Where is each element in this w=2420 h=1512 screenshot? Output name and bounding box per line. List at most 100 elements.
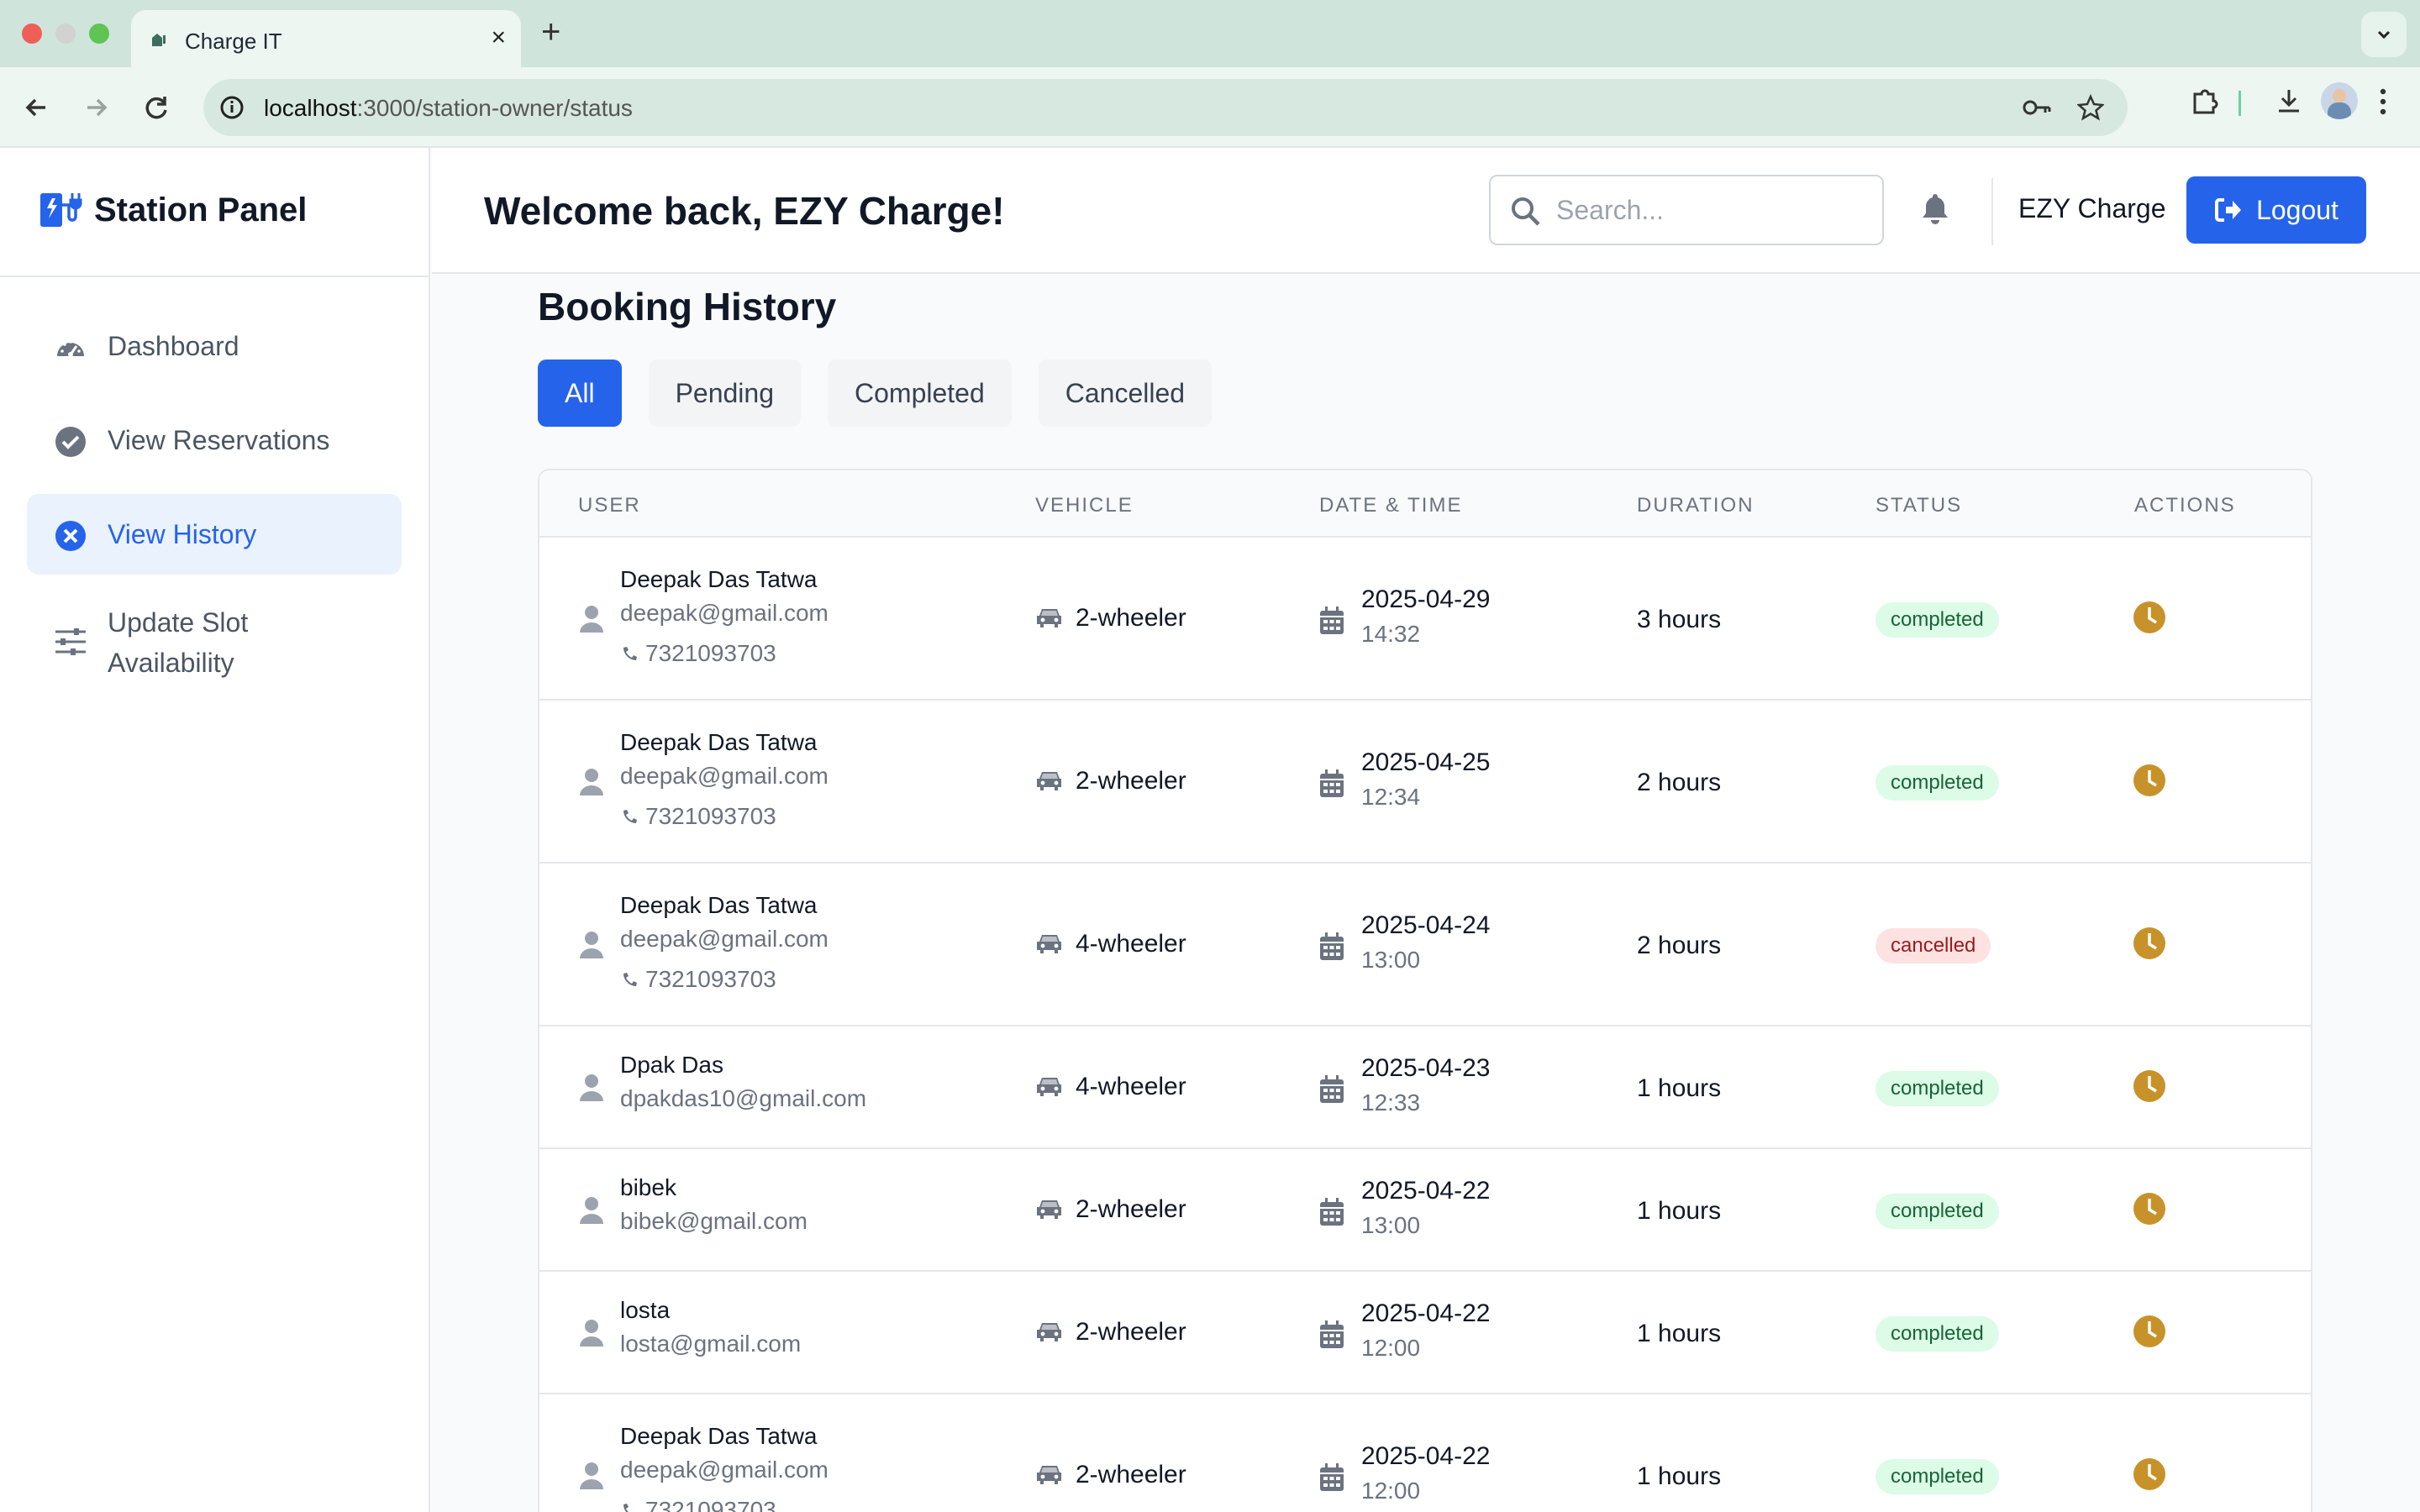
back-arrow-icon[interactable] bbox=[18, 89, 55, 126]
vehicle-type: 4-wheeler bbox=[1076, 1073, 1186, 1100]
sidebar-item-label: Update Slot Availability bbox=[108, 607, 249, 678]
sidebar-nav: Dashboard View Reservations View History… bbox=[0, 277, 429, 739]
table-row: Deepak Das Tatwa deepak@gmail.com 73210937… bbox=[539, 538, 2311, 701]
filter-cancelled[interactable]: Cancelled bbox=[1038, 360, 1213, 427]
sidebar-item-dashboard[interactable]: Dashboard bbox=[27, 306, 402, 386]
user-email: losta@gmail.com bbox=[620, 1331, 802, 1357]
column-header-vehicle: VEHICLE bbox=[1035, 494, 1134, 517]
vehicle-type: 2-wheeler bbox=[1076, 1318, 1186, 1346]
password-key-icon[interactable] bbox=[2022, 94, 2052, 121]
phone-icon bbox=[620, 806, 640, 832]
clock-action-icon[interactable] bbox=[2133, 1192, 2166, 1230]
clock-action-icon[interactable] bbox=[2133, 927, 2166, 964]
topbar-divider bbox=[1991, 178, 1993, 245]
clock-action-icon[interactable] bbox=[2133, 1069, 2166, 1107]
table-row: losta losta@gmail.com 2-wheeler 2025-04-22 1… bbox=[539, 1272, 2311, 1394]
more-menu-icon[interactable] bbox=[2378, 87, 2388, 116]
brand: Station Panel bbox=[0, 148, 429, 277]
page-title: Booking History bbox=[538, 285, 837, 328]
clock-action-icon[interactable] bbox=[2133, 764, 2166, 801]
phone-icon bbox=[620, 969, 640, 995]
calendar-icon bbox=[1319, 1463, 1344, 1496]
status-badge: completed bbox=[1876, 1316, 1999, 1352]
booking-date: 2025-04-22 bbox=[1361, 1177, 1491, 1205]
car-icon bbox=[1035, 769, 1064, 796]
user-name: losta bbox=[620, 1297, 671, 1323]
sidebar-item-reservations[interactable]: View Reservations bbox=[27, 400, 402, 480]
browser-tab-bar: Charge IT × + bbox=[0, 0, 2420, 67]
status-badge: completed bbox=[1876, 1194, 1999, 1229]
new-tab-button[interactable]: + bbox=[541, 13, 560, 50]
search-icon bbox=[1512, 197, 1540, 226]
booking-time: 13:00 bbox=[1361, 1212, 1421, 1238]
chevron-down-icon bbox=[2377, 30, 2391, 39]
forward-arrow-icon[interactable] bbox=[77, 89, 114, 126]
user-email: dpakdas10@gmail.com bbox=[620, 1085, 867, 1111]
column-header-actions: ACTIONS bbox=[2134, 494, 2236, 517]
logout-button[interactable]: Logout bbox=[2186, 176, 2366, 244]
profile-avatar[interactable] bbox=[2321, 82, 2358, 119]
clock-action-icon[interactable] bbox=[2133, 1315, 2166, 1352]
filter-completed[interactable]: Completed bbox=[828, 360, 1012, 427]
booking-time: 12:00 bbox=[1361, 1335, 1421, 1361]
car-icon bbox=[1035, 606, 1064, 633]
user-icon bbox=[578, 1318, 605, 1352]
search-input[interactable] bbox=[1556, 192, 1867, 228]
user-name: Deepak Das Tatwa bbox=[620, 729, 818, 755]
filter-pending[interactable]: Pending bbox=[648, 360, 801, 427]
sidebar-item-update-slot[interactable]: Update Slot Availability bbox=[27, 588, 402, 697]
phone-number: 7321093703 bbox=[645, 803, 776, 829]
booking-date: 2025-04-29 bbox=[1361, 585, 1491, 613]
calendar-icon bbox=[1319, 1198, 1344, 1231]
top-bar: Welcome back, EZY Charge! EZY Charge Log… bbox=[432, 148, 2420, 274]
sidebar-item-history[interactable]: View History bbox=[27, 494, 402, 575]
favicon-icon bbox=[152, 34, 166, 46]
booking-date: 2025-04-22 bbox=[1361, 1299, 1491, 1327]
url-text: localhost:3000/station-owner/status bbox=[264, 95, 633, 122]
booking-duration: 1 hours bbox=[1637, 1197, 1722, 1225]
calendar-icon bbox=[1319, 1320, 1344, 1353]
sidebar-item-label: View Reservations bbox=[108, 424, 330, 455]
table-body: Deepak Das Tatwa deepak@gmail.com 73210937… bbox=[539, 538, 2311, 1512]
logout-label: Logout bbox=[2256, 194, 2338, 225]
window-maximize-button[interactable] bbox=[89, 24, 109, 44]
user-icon bbox=[578, 1195, 605, 1230]
tab-search-button[interactable] bbox=[2361, 12, 2407, 57]
address-bar-row: localhost:3000/station-owner/status bbox=[0, 67, 2420, 148]
url-host: localhost bbox=[264, 95, 357, 121]
booking-date: 2025-04-22 bbox=[1361, 1442, 1491, 1470]
bookmark-star-icon[interactable] bbox=[2077, 94, 2104, 121]
calendar-icon bbox=[1319, 769, 1344, 802]
column-header-duration: DURATION bbox=[1637, 494, 1754, 517]
column-header-status: STATUS bbox=[1876, 494, 1963, 517]
tab-title: Charge IT bbox=[185, 29, 282, 54]
column-header-date-time: DATE & TIME bbox=[1319, 494, 1463, 517]
clock-action-icon[interactable] bbox=[2133, 601, 2166, 638]
check-circle-icon bbox=[55, 427, 86, 457]
table-row: Deepak Das Tatwa deepak@gmail.com 73210937… bbox=[539, 864, 2311, 1026]
user-email: deepak@gmail.com bbox=[620, 1457, 829, 1483]
reload-icon[interactable] bbox=[138, 89, 175, 126]
booking-time: 12:34 bbox=[1361, 784, 1421, 810]
user-name: Deepak Das Tatwa bbox=[620, 566, 818, 592]
vehicle-type: 2-wheeler bbox=[1076, 1461, 1186, 1488]
user-name: Dpak Das bbox=[620, 1052, 723, 1078]
clock-action-icon[interactable] bbox=[2133, 1457, 2166, 1495]
sidebar-item-label: View History bbox=[108, 518, 257, 549]
url-bar[interactable]: localhost:3000/station-owner/status bbox=[203, 79, 2128, 136]
phone-number: 7321093703 bbox=[645, 640, 776, 666]
window-minimize-button[interactable] bbox=[55, 24, 76, 44]
site-info-icon[interactable] bbox=[215, 91, 249, 124]
download-icon[interactable] bbox=[2274, 86, 2304, 116]
filter-all[interactable]: All bbox=[538, 360, 622, 427]
status-badge: completed bbox=[1876, 1071, 1999, 1106]
window-close-button[interactable] bbox=[22, 24, 42, 44]
search-box[interactable] bbox=[1489, 175, 1884, 245]
column-header-user: USER bbox=[578, 494, 641, 517]
tab-close-icon[interactable]: × bbox=[491, 25, 506, 50]
booking-duration: 1 hours bbox=[1637, 1462, 1722, 1490]
browser-tab[interactable]: Charge IT × bbox=[131, 10, 521, 67]
notification-bell-icon[interactable] bbox=[1921, 192, 1949, 225]
extensions-puzzle-icon[interactable] bbox=[2190, 86, 2220, 116]
booking-time: 14:32 bbox=[1361, 621, 1421, 647]
